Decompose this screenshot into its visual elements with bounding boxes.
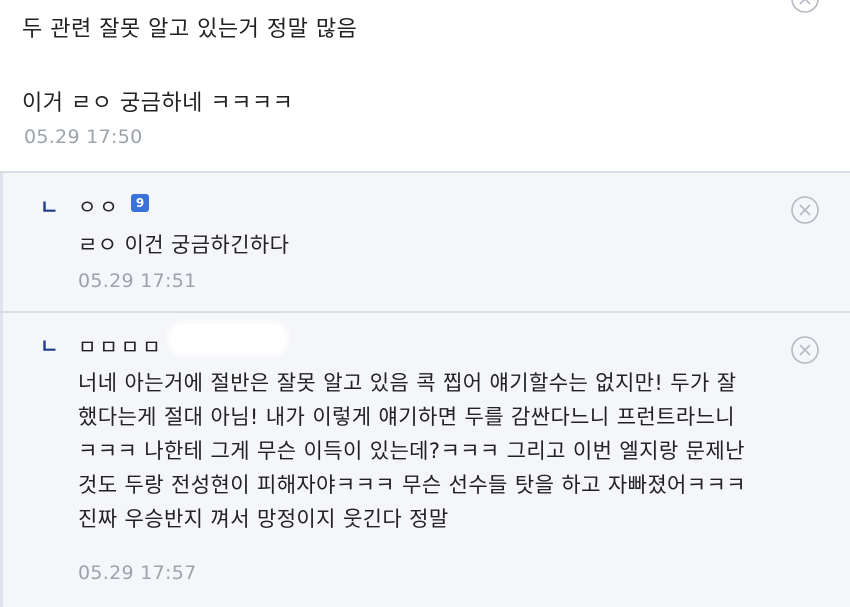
close-icon[interactable] [790,195,820,225]
user-level-badge: 9 [131,194,149,212]
close-icon[interactable] [790,0,820,14]
reply-indent-bar [0,313,3,607]
reply-text-line: 것도 두랑 전성현이 피해자야ㅋㅋㅋ 무슨 선수들 탓을 하고 자빠졌어ㅋㅋㅋ [78,473,746,497]
reply-text-line: 진짜 우승반지 껴서 망정이지 웃긴다 정말 [78,507,449,531]
comment-timestamp: 05.29 17:50 [24,126,143,148]
reply-text-line: ㅋㅋㅋ 나한테 그게 무슨 이득이 있는데?ㅋㅋㅋ 그리고 이번 엘지랑 문제난 [78,439,745,463]
reply-text-line: 너네 아는거에 절반은 잘못 알고 있음 콕 찝어 얘기할수는 없지만! 두가 … [78,371,737,395]
reply-marker: ㄴ [40,334,59,358]
close-icon[interactable] [790,335,820,365]
main-comment: 두 관련 잘못 알고 있는거 정말 많음 이거 ㄹㅇ 궁금하네 ㅋㅋㅋㅋ 05.… [0,0,850,171]
reply-author[interactable]: ㅁㅁㅁㅁ [78,331,164,360]
reply-timestamp: 05.29 17:57 [78,562,197,584]
reply-author[interactable]: ㅇㅇ [78,191,121,220]
reply-indent-bar [0,173,3,311]
comment-text-line: 이거 ㄹㅇ 궁금하네 ㅋㅋㅋㅋ [22,91,294,116]
reply-marker: ㄴ [40,195,59,219]
reply-text-line: ㄹㅇ 이건 궁금하긴하다 [78,233,290,257]
comment-text-line: 두 관련 잘못 알고 있는거 정말 많음 [22,17,358,42]
reply-timestamp: 05.29 17:51 [78,270,197,292]
reply-comment: ㄴ ㅁㅁㅁㅁ 너네 아는거에 절반은 잘못 알고 있음 콕 찝어 얘기할수는 없… [0,313,850,607]
reply-comment: ㄴ ㅇㅇ 9 ㄹㅇ 이건 궁금하긴하다 05.29 17:51 [0,173,850,311]
redacted-area [168,322,288,356]
reply-text-line: 했다는게 절대 아님! 내가 이렇게 얘기하면 두를 감싼다느니 프런트라느니 [78,405,736,429]
